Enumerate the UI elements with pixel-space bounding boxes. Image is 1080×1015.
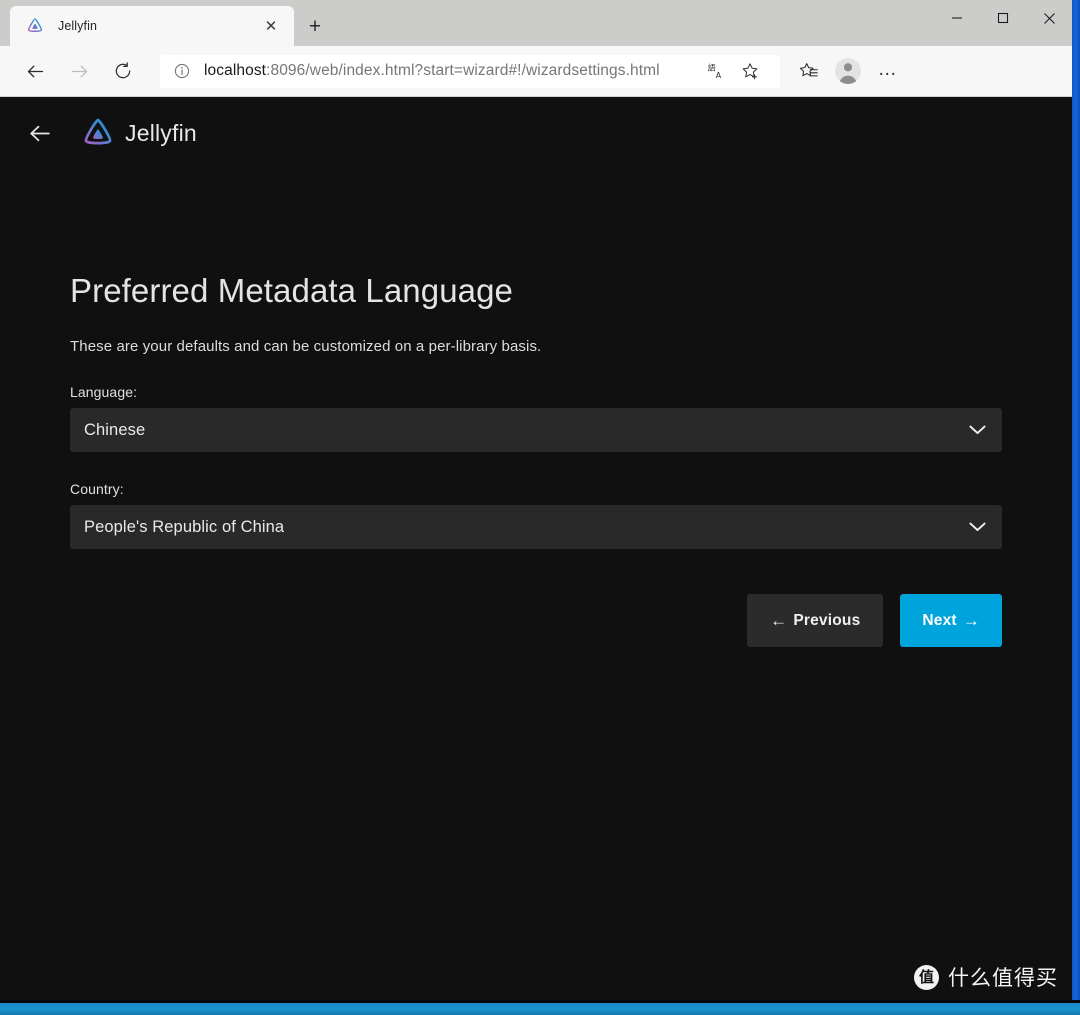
right-arrow-icon: →	[962, 611, 980, 630]
language-selected-value: Chinese	[84, 420, 146, 439]
refresh-button[interactable]	[104, 52, 142, 90]
next-button[interactable]: Next →	[900, 594, 1002, 647]
minimize-button[interactable]	[934, 0, 980, 36]
site-info-icon[interactable]	[172, 61, 192, 81]
address-bar-path: :8096/web/index.html?start=wizard#!/wiza…	[266, 62, 660, 79]
favorites-list-icon[interactable]	[788, 52, 828, 90]
new-tab-button[interactable]: +	[300, 11, 330, 41]
window-frame-right	[1072, 0, 1080, 1015]
previous-button-label: Previous	[793, 611, 861, 629]
window-close-icon	[1043, 12, 1055, 24]
chevron-down-icon	[969, 425, 986, 436]
forward-arrow-icon	[71, 65, 87, 77]
star-add-icon[interactable]	[734, 56, 766, 86]
address-bar[interactable]: localhost:8096/web/index.html?start=wiza…	[160, 54, 780, 88]
tab-close-icon[interactable]: ✕	[258, 13, 284, 39]
jellyfin-logo-icon	[84, 118, 112, 145]
svg-text:A: A	[715, 70, 721, 79]
address-bar-url: localhost:8096/web/index.html?start=wiza…	[204, 62, 660, 80]
close-window-button[interactable]	[1026, 0, 1072, 36]
watermark: 值 什么值得买	[914, 962, 1058, 992]
watermark-badge: 值	[914, 964, 939, 990]
back-arrow-icon	[27, 65, 43, 77]
left-arrow-icon: ←	[770, 611, 788, 630]
more-options-button[interactable]: …	[868, 52, 908, 90]
jellyfin-page: Jellyfin Preferred Metadata Language The…	[0, 97, 1072, 1000]
wizard-content: Preferred Metadata Language These are yo…	[0, 272, 1010, 647]
profile-button[interactable]	[828, 52, 868, 90]
page-description: These are your defaults and can be custo…	[70, 338, 542, 355]
language-label: Language:	[70, 384, 138, 400]
country-selected-value: People's Republic of China	[84, 517, 285, 536]
previous-button[interactable]: ← Previous	[747, 594, 884, 647]
browser-window: Jellyfin ✕ + localhost:8096/web/index.ht…	[0, 0, 1080, 1015]
jellyfin-logo-icon	[27, 18, 43, 32]
field-country: Country: People's Republic of China	[70, 481, 1002, 549]
svg-text:語: 語	[707, 62, 715, 72]
back-button[interactable]	[16, 52, 54, 90]
wizard-actions: ← Previous Next →	[70, 594, 1002, 647]
address-bar-actions: 語 A	[698, 56, 770, 86]
language-select[interactable]: Chinese	[70, 408, 1002, 452]
toolbar-extras: …	[788, 52, 916, 90]
country-select[interactable]: People's Republic of China	[70, 505, 1002, 549]
app-name: Jellyfin	[125, 119, 197, 146]
app-back-arrow-icon	[29, 125, 50, 141]
chevron-down-icon	[969, 522, 986, 533]
browser-toolbar: localhost:8096/web/index.html?start=wiza…	[0, 46, 1072, 97]
translate-icon[interactable]: 語 A	[700, 56, 732, 86]
app-brand[interactable]: Jellyfin	[82, 117, 197, 149]
next-button-label: Next	[922, 611, 957, 629]
page-title: Preferred Metadata Language	[70, 272, 514, 309]
maximize-button[interactable]	[980, 0, 1026, 36]
window-controls	[934, 0, 1072, 36]
forward-button	[60, 52, 98, 90]
minimize-icon	[952, 17, 962, 19]
watermark-text: 什么值得买	[948, 967, 1058, 990]
app-back-button[interactable]	[18, 112, 60, 154]
tab-title: Jellyfin	[58, 19, 98, 33]
more-options-icon: …	[877, 58, 899, 80]
browser-tab-jellyfin[interactable]: Jellyfin ✕	[10, 6, 294, 46]
tab-strip: Jellyfin ✕ +	[0, 0, 1072, 46]
refresh-icon	[115, 62, 131, 79]
app-header: Jellyfin	[0, 97, 1072, 169]
browser-chrome: Jellyfin ✕ + localhost:8096/web/index.ht…	[0, 0, 1072, 97]
profile-avatar-icon	[835, 58, 861, 84]
window-frame-bottom	[0, 1003, 1080, 1015]
maximize-icon	[997, 12, 1009, 24]
country-label: Country:	[70, 481, 124, 497]
field-language: Language: Chinese	[70, 384, 1002, 452]
address-bar-host: localhost	[204, 62, 267, 79]
